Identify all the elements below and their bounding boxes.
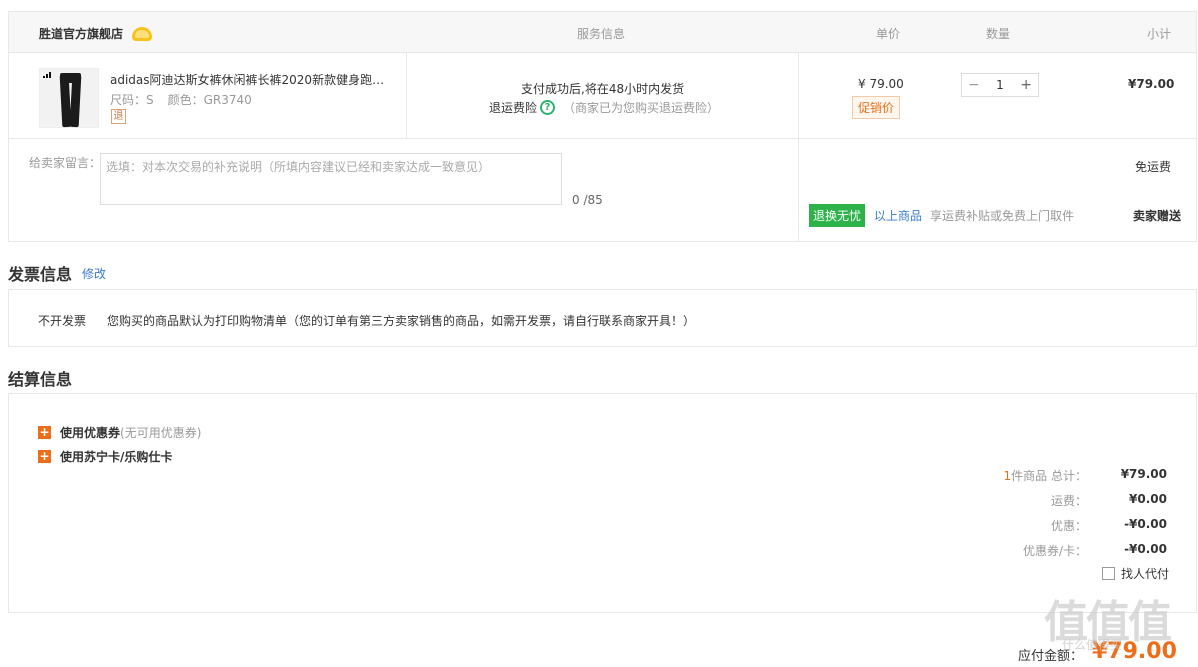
summary-coupon-label: 优惠券/卡： bbox=[1022, 544, 1087, 558]
summary-total-row: 1件商品 总计： ¥79.00 bbox=[987, 467, 1167, 484]
header-subtotal: 小计 bbox=[1147, 27, 1172, 41]
quantity-stepper: − 1 + bbox=[961, 73, 1039, 97]
proxy-pay-checkbox[interactable] bbox=[1102, 567, 1115, 580]
summary-shipping-value: ¥0.00 bbox=[1129, 492, 1167, 506]
summary-discount-row: 优惠： -¥0.00 bbox=[987, 517, 1167, 534]
invoice-note: 您购买的商品默认为打印购物清单（您的订单有第三方卖家销售的商品，如需开发票，请自… bbox=[107, 314, 696, 328]
item-subtotal: ¥79.00 bbox=[1128, 77, 1175, 91]
product-thumbnail[interactable] bbox=[39, 68, 99, 128]
return-insurance-note: （商家已为您购买退运费险） bbox=[563, 101, 720, 115]
summary-total-label: 1件商品 总计： bbox=[987, 467, 1087, 484]
seller-gift-label: 卖家赠送 bbox=[1133, 209, 1182, 223]
shipping-subsidy-note: 享运费补贴或免费上门取件 bbox=[930, 209, 1075, 223]
summary-coupon-value: -¥0.00 bbox=[1124, 542, 1167, 556]
expand-plus-icon[interactable]: + bbox=[38, 426, 51, 439]
promo-price-badge: 促销价 bbox=[852, 96, 901, 119]
proxy-pay-label[interactable]: 找人代付 bbox=[1121, 565, 1169, 582]
invoice-title: 发票信息 bbox=[8, 265, 73, 284]
worry-free-return-badge: 退换无忧 bbox=[809, 204, 866, 227]
shop-name-link[interactable]: 胜道官方旗舰店 bbox=[39, 25, 123, 42]
order-panel: 胜道官方旗舰店 服务信息 单价 数量 小计 adidas阿迪达斯女裤休闲裤长裤2… bbox=[8, 11, 1197, 242]
return-badge: 退 bbox=[111, 109, 126, 124]
message-label: 给卖家留言： bbox=[29, 156, 102, 170]
order-item-row: adidas阿迪达斯女裤休闲裤长裤2020新款健身跑步… 尺码：S 颜色：GR37… bbox=[9, 53, 1196, 139]
free-shipping-label: 免运费 bbox=[1135, 160, 1172, 174]
seller-message-input[interactable]: 选填：对本次交易的补充说明（所填内容建议已经和卖家达成一致意见） bbox=[100, 153, 562, 205]
proxy-pay-option[interactable]: 找人代付 bbox=[1102, 565, 1169, 582]
product-name-link[interactable]: adidas阿迪达斯女裤休闲裤长裤2020新款健身跑步… bbox=[110, 71, 395, 88]
expand-plus-icon[interactable]: + bbox=[38, 450, 51, 463]
shop-name[interactable]: 胜道官方旗舰店 bbox=[39, 25, 153, 42]
settlement-title: 结算信息 bbox=[8, 370, 73, 389]
return-insurance: 退运费险 ? （商家已为您购买退运费险） bbox=[489, 99, 719, 116]
use-coupon-option[interactable]: + 使用优惠券 (无可用优惠券) bbox=[38, 424, 201, 441]
adidas-logo-icon bbox=[43, 72, 51, 78]
use-card-option[interactable]: + 使用苏宁卡/乐购仕卡 bbox=[38, 448, 172, 465]
product-size: 尺码：S bbox=[110, 93, 154, 107]
watermark-subtext: 什么值得买 bbox=[1062, 638, 1123, 652]
summary-total-text: 件商品 总计： bbox=[1011, 469, 1087, 483]
coupon-label[interactable]: 使用优惠券 bbox=[60, 424, 120, 441]
return-insurance-label: 退运费险 bbox=[489, 101, 538, 115]
summary-total-value: ¥79.00 bbox=[1120, 467, 1167, 481]
shop-badge-icon bbox=[132, 26, 153, 41]
decrease-button[interactable]: − bbox=[968, 77, 980, 93]
invoice-type: 不开发票 bbox=[38, 314, 87, 328]
invoice-edit-link[interactable]: 修改 bbox=[82, 265, 106, 282]
header-unit-price: 单价 bbox=[876, 27, 901, 41]
divider bbox=[798, 139, 799, 242]
order-header: 胜道官方旗舰店 服务信息 单价 数量 小计 bbox=[9, 12, 1196, 53]
divider bbox=[798, 53, 799, 138]
settlement-panel: + 使用优惠券 (无可用优惠券) + 使用苏宁卡/乐购仕卡 1件商品 总计： ¥… bbox=[8, 393, 1197, 613]
increase-button[interactable]: + bbox=[1020, 77, 1032, 93]
above-items-link[interactable]: 以上商品 bbox=[874, 207, 922, 224]
summary-shipping-row: 运费： ¥0.00 bbox=[987, 492, 1167, 509]
header-service: 服务信息 bbox=[577, 27, 626, 41]
help-question-icon[interactable]: ? bbox=[540, 100, 556, 115]
card-label[interactable]: 使用苏宁卡/乐购仕卡 bbox=[60, 448, 172, 465]
delivery-note: 支付成功后,将在48小时内发货 bbox=[521, 82, 685, 96]
invoice-panel: 不开发票 您购买的商品默认为打印购物清单（您的订单有第三方卖家销售的商品，如需开… bbox=[8, 289, 1197, 347]
header-quantity: 数量 bbox=[986, 27, 1011, 41]
summary-shipping-label: 运费： bbox=[1050, 494, 1087, 508]
divider bbox=[406, 53, 407, 138]
coupon-note: (无可用优惠券) bbox=[120, 426, 202, 440]
unit-price: ¥ 79.00 bbox=[858, 77, 904, 91]
summary-discount-label: 优惠： bbox=[1050, 519, 1087, 533]
summary-discount-value: -¥0.00 bbox=[1124, 517, 1167, 531]
product-attributes: 尺码：S 颜色：GR3740 bbox=[110, 91, 252, 108]
quantity-value[interactable]: 1 bbox=[996, 78, 1004, 92]
pants-leg-right bbox=[69, 74, 82, 128]
summary-coupon-row: 优惠券/卡： -¥0.00 bbox=[987, 542, 1167, 559]
message-char-count: 0 /85 bbox=[572, 193, 603, 207]
product-color: 颜色：GR3740 bbox=[167, 93, 252, 107]
